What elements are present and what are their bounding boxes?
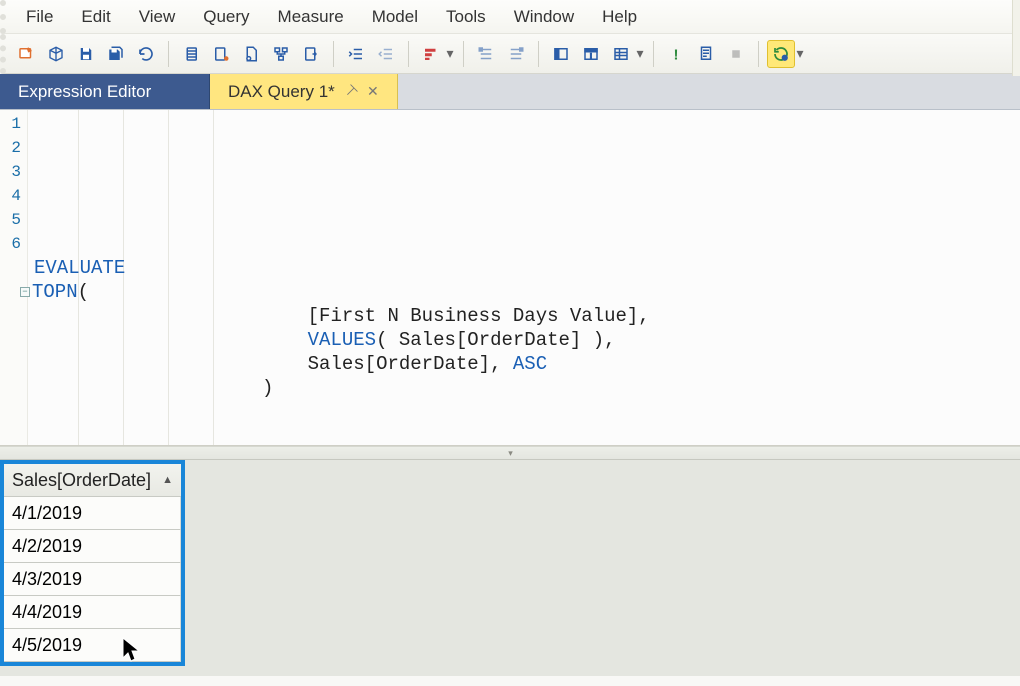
line-number: 1 (0, 112, 27, 136)
code-area[interactable]: EVALUATE−TOPN( [First N Business Days Va… (28, 110, 1020, 445)
line-number: 5 (0, 208, 27, 232)
toolbar-separator (168, 41, 169, 67)
paste-special-icon[interactable] (207, 40, 235, 68)
uncomment-icon[interactable] (502, 40, 530, 68)
code-line[interactable]: VALUES( Sales[OrderDate] ), (28, 328, 1020, 352)
outdent-icon[interactable] (372, 40, 400, 68)
tree-icon[interactable] (267, 40, 295, 68)
line-number: 4 (0, 184, 27, 208)
toolbar-separator (333, 41, 334, 67)
toolbar-separator (538, 41, 539, 67)
export-icon[interactable] (297, 40, 325, 68)
results-grid: Sales[OrderDate] ▲ 4/1/2019 4/2/2019 4/3… (0, 460, 185, 666)
sort-ascending-icon: ▲ (162, 464, 173, 497)
menu-bar: File Edit View Query Measure Model Tools… (0, 0, 1020, 34)
exclaim-icon[interactable]: ! (662, 40, 690, 68)
new-connection-icon[interactable] (12, 40, 40, 68)
menu-file[interactable]: File (12, 3, 67, 31)
horizontal-splitter[interactable]: ▾ (0, 446, 1020, 460)
tab-label: Expression Editor (18, 82, 151, 102)
column-header-label: Sales[OrderDate] (12, 464, 151, 497)
menu-edit[interactable]: Edit (67, 3, 124, 31)
line-number: 2 (0, 136, 27, 160)
menu-view[interactable]: View (125, 3, 190, 31)
menu-measure[interactable]: Measure (264, 3, 358, 31)
run-dropdown-icon[interactable]: ▾ (795, 40, 805, 68)
code-line[interactable]: Sales[OrderDate], ASC (28, 352, 1020, 376)
panel-grid-icon[interactable] (607, 40, 635, 68)
close-icon[interactable]: ✕ (367, 83, 379, 100)
svg-text:!: ! (590, 52, 592, 59)
svg-text:!: ! (674, 46, 679, 63)
window-edge (1012, 0, 1020, 76)
toolbar-separator (653, 41, 654, 67)
toolbar-separator (758, 41, 759, 67)
panel-bottom-icon[interactable]: ! (577, 40, 605, 68)
results-panel: Sales[OrderDate] ▲ 4/1/2019 4/2/2019 4/3… (0, 460, 1020, 676)
format-dropdown-icon[interactable]: ▾ (445, 40, 455, 68)
table-row[interactable]: 4/4/2019 (4, 596, 181, 629)
page-icon[interactable] (237, 40, 265, 68)
table-row[interactable]: 4/1/2019 (4, 497, 181, 530)
line-gutter: 1 2 3 4 5 6 (0, 110, 28, 445)
code-line[interactable]: EVALUATE (28, 256, 1020, 280)
menu-help[interactable]: Help (588, 3, 651, 31)
code-line[interactable]: ) (28, 376, 1020, 400)
column-header[interactable]: Sales[OrderDate] ▲ (4, 464, 181, 497)
line-number: 6 (0, 232, 27, 256)
copy-icon[interactable] (177, 40, 205, 68)
code-editor[interactable]: 1 2 3 4 5 6 EVALUATE−TOPN( [First N Busi… (0, 110, 1020, 446)
comment-icon[interactable] (472, 40, 500, 68)
toolbar-separator (408, 41, 409, 67)
code-line[interactable]: −TOPN( (28, 280, 1020, 304)
menu-model[interactable]: Model (358, 3, 432, 31)
line-number: 3 (0, 160, 27, 184)
table-row[interactable]: 4/2/2019 (4, 530, 181, 563)
toolbar: ▾ ! ▾ ! ▾ (0, 34, 1020, 74)
indent-icon[interactable] (342, 40, 370, 68)
panel-dropdown-icon[interactable]: ▾ (635, 40, 645, 68)
grip-icon: ▾ (508, 448, 512, 459)
cube-icon[interactable] (42, 40, 70, 68)
stop-icon[interactable] (722, 40, 750, 68)
tab-label: DAX Query 1* (228, 82, 335, 102)
panel-left-icon[interactable] (547, 40, 575, 68)
table-row[interactable]: 4/5/2019 (4, 629, 181, 662)
code-line[interactable]: [First N Business Days Value], (28, 304, 1020, 328)
menu-query[interactable]: Query (189, 3, 263, 31)
save-icon[interactable] (72, 40, 100, 68)
tab-dax-query[interactable]: DAX Query 1* ⊣ ✕ (210, 74, 398, 109)
menu-window[interactable]: Window (500, 3, 588, 31)
document-tabs: Expression Editor DAX Query 1* ⊣ ✕ (0, 74, 1020, 110)
menu-tools[interactable]: Tools (432, 3, 500, 31)
tab-expression-editor[interactable]: Expression Editor (0, 74, 210, 109)
format-dax-icon[interactable] (417, 40, 445, 68)
refresh-icon[interactable] (132, 40, 160, 68)
run-gear-icon[interactable] (767, 40, 795, 68)
toolbar-separator (463, 41, 464, 67)
doc-check-icon[interactable] (692, 40, 720, 68)
save-all-icon[interactable] (102, 40, 130, 68)
fold-icon[interactable]: − (20, 287, 30, 297)
pin-icon[interactable]: ⊣ (341, 81, 362, 102)
table-row[interactable]: 4/3/2019 (4, 563, 181, 596)
